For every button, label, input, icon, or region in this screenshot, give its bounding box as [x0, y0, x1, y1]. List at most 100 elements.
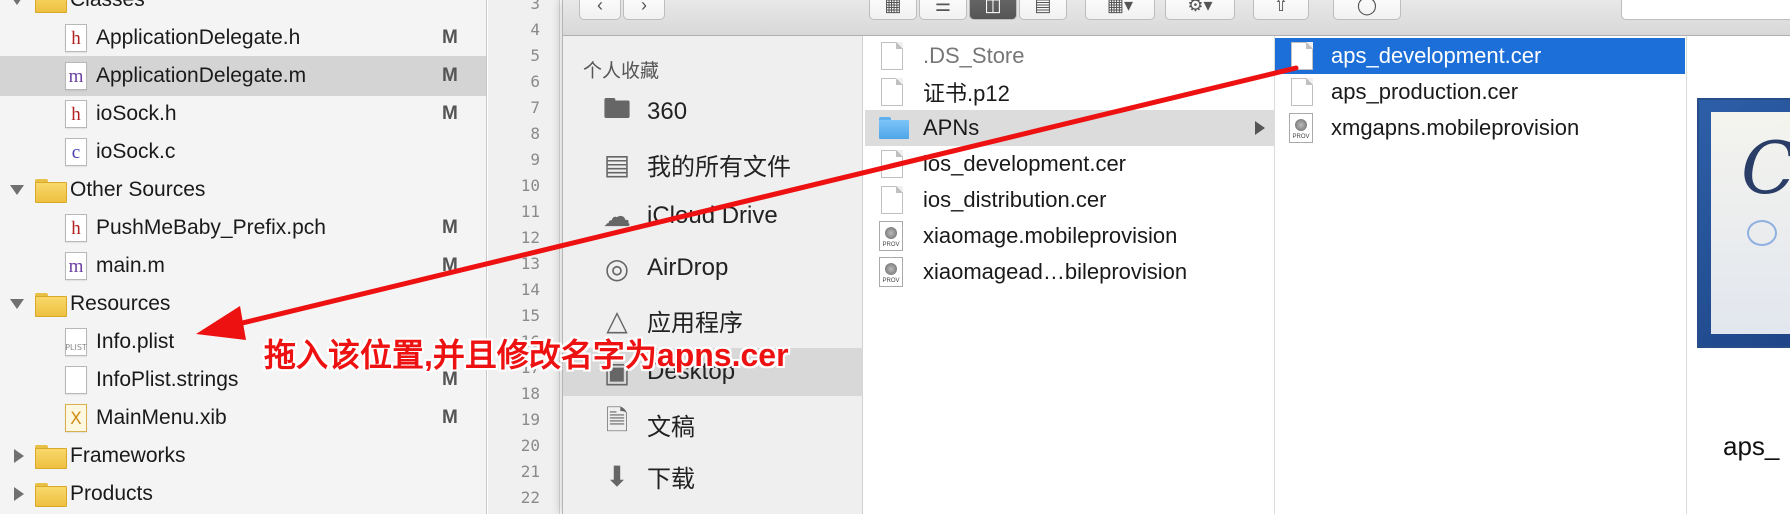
sidebar-item-downloads[interactable]: ⬇ 下载 [563, 452, 863, 500]
disclosure-closed-icon[interactable] [12, 449, 26, 463]
certificate-paper: C [1711, 112, 1790, 334]
nav-item-label: Resources [70, 292, 171, 315]
project-navigator: Classes h ApplicationDelegate.h M m Appl… [0, 0, 487, 514]
line-number: 22 [520, 488, 540, 507]
certificate-thumbnail: C [1697, 98, 1790, 348]
list-view-button[interactable]: ☰ [919, 0, 967, 20]
nav-item-label: ApplicationDelegate.m [96, 64, 307, 87]
nav-item-label: Classes [70, 0, 145, 12]
header-file-icon: h [65, 24, 87, 52]
nav-item-label: Products [70, 482, 153, 505]
nav-file-iosock-c[interactable]: c ioSock.c [0, 132, 486, 172]
nav-file-prefix-pch[interactable]: h PushMeBaby_Prefix.pch M [0, 208, 486, 248]
file-row-p12[interactable]: 证书.p12 [865, 74, 1275, 110]
sidebar-item-documents[interactable]: 🗎 文稿 [563, 400, 863, 448]
tag-icon: ◯ [1356, 0, 1378, 15]
back-button[interactable]: ‹ [579, 0, 621, 20]
line-number: 11 [520, 202, 540, 221]
nav-file-main-m[interactable]: m main.m M [0, 246, 486, 286]
file-row-ios-development[interactable]: ios_development.cer [865, 146, 1275, 182]
nav-item-label: ioSock.h [96, 102, 177, 125]
certificate-glyph: C [1741, 126, 1790, 210]
line-number: 14 [520, 280, 540, 299]
arrange-button[interactable]: ▦▾ [1085, 0, 1155, 20]
modified-badge: M [442, 255, 458, 276]
nav-file-applicationdelegate-m[interactable]: m ApplicationDelegate.m M [0, 56, 486, 96]
plist-file-icon: PLIST [65, 328, 87, 356]
file-row-ios-distribution[interactable]: ios_distribution.cer [865, 182, 1275, 218]
chevron-right-icon: › [641, 0, 647, 15]
all-files-icon: ▤ [603, 148, 631, 180]
provisioning-profile-icon: PROV [1289, 113, 1313, 143]
line-number: 7 [530, 98, 540, 117]
modified-badge: M [442, 103, 458, 124]
column-view-button[interactable]: ◫ [969, 0, 1017, 20]
action-button[interactable]: ⚙▾ [1165, 0, 1235, 20]
disclosure-closed-icon[interactable] [12, 487, 26, 501]
chevron-right-icon [1255, 121, 1265, 135]
document-icon [1291, 42, 1313, 70]
finder-column-2: aps_development.cer aps_production.cer P… [1275, 36, 1687, 514]
nav-group-classes[interactable]: Classes [0, 0, 486, 20]
file-row-xmgapns-provision[interactable]: PROV xmgapns.mobileprovision [1275, 110, 1685, 146]
file-row-ds-store[interactable]: .DS_Store [865, 38, 1275, 74]
line-number: 9 [530, 150, 540, 169]
gear-icon: ⚙▾ [1187, 0, 1213, 15]
search-field[interactable] [1621, 0, 1790, 20]
c-file-icon: c [65, 138, 87, 166]
annotation-text: 拖入该位置,并且修改名字为apns.cer [264, 337, 789, 373]
nav-item-label: ioSock.c [96, 140, 176, 163]
folder-icon [35, 179, 67, 203]
document-icon [1291, 78, 1313, 106]
finder-window: ‹ › ▦ ☰ ◫ ▤ ▦▾ ⚙▾ ⇧ ◯ 个人收藏 🖿 360 ▤ 我的所有文… [562, 0, 1790, 514]
disclosure-open-icon[interactable] [10, 183, 24, 197]
folder-row-apns[interactable]: APNs [865, 110, 1275, 146]
file-name: 证书.p12 [923, 81, 1010, 106]
sidebar-item-label: 我的所有文件 [647, 153, 791, 181]
share-button[interactable]: ⇧ [1253, 0, 1309, 20]
nav-group-products[interactable]: Products [0, 474, 486, 514]
sidebar-item-icloud-drive[interactable]: ☁ iCloud Drive [563, 192, 863, 240]
tags-button[interactable]: ◯ [1333, 0, 1401, 20]
xib-file-icon: X [65, 404, 87, 432]
file-row-xiaomage-provision[interactable]: PROV xiaomage.mobileprovision [865, 218, 1275, 254]
forward-button[interactable]: › [623, 0, 665, 20]
modified-badge: M [442, 217, 458, 238]
sidebar-item-label: 下载 [647, 465, 695, 493]
file-row-aps-development[interactable]: aps_development.cer [1275, 38, 1685, 74]
chevron-left-icon: ‹ [597, 0, 603, 15]
folder-icon [35, 293, 67, 317]
nav-file-applicationdelegate-h[interactable]: h ApplicationDelegate.h M [0, 18, 486, 58]
file-name: aps_development.cer [1331, 43, 1542, 68]
file-name: xiaomagead…bileprovision [923, 259, 1188, 284]
cover-flow-button[interactable]: ▤ [1019, 0, 1067, 20]
sidebar-item-all-files[interactable]: ▤ 我的所有文件 [563, 140, 863, 188]
sidebar-item-label: 文稿 [647, 413, 695, 441]
line-number: 8 [530, 124, 540, 143]
sidebar-item-360[interactable]: 🖿 360 [563, 88, 863, 136]
folder-icon: 🖿 [602, 93, 631, 124]
nav-group-resources[interactable]: Resources [0, 284, 486, 324]
disclosure-open-icon[interactable] [10, 297, 24, 311]
nav-file-mainmenu-xib[interactable]: X MainMenu.xib M [0, 398, 486, 438]
document-icon [881, 150, 903, 178]
line-number: 3 [530, 0, 540, 13]
sidebar-item-label: AirDrop [647, 254, 729, 281]
file-name: aps_production.cer [1331, 79, 1519, 104]
sidebar-item-label: 360 [647, 98, 688, 125]
icon-view-button[interactable]: ▦ [869, 0, 917, 20]
nav-group-other-sources[interactable]: Other Sources [0, 170, 486, 210]
disclosure-open-icon[interactable] [10, 0, 24, 7]
line-number: 13 [520, 254, 540, 273]
file-row-xiaomagead-provision[interactable]: PROV xiaomagead…bileprovision [865, 254, 1275, 290]
nav-group-frameworks[interactable]: Frameworks [0, 436, 486, 476]
document-icon [881, 42, 903, 70]
sidebar-item-airdrop[interactable]: ◎ AirDrop [563, 244, 863, 292]
finder-column-1: .DS_Store 证书.p12 APNs ios_development.ce… [865, 36, 1275, 514]
folder-icon [879, 117, 909, 139]
implementation-file-icon: m [65, 62, 87, 90]
strings-file-icon [65, 366, 87, 394]
line-number: 21 [520, 462, 540, 481]
file-row-aps-production[interactable]: aps_production.cer [1275, 74, 1685, 110]
nav-file-iosock-h[interactable]: h ioSock.h M [0, 94, 486, 134]
